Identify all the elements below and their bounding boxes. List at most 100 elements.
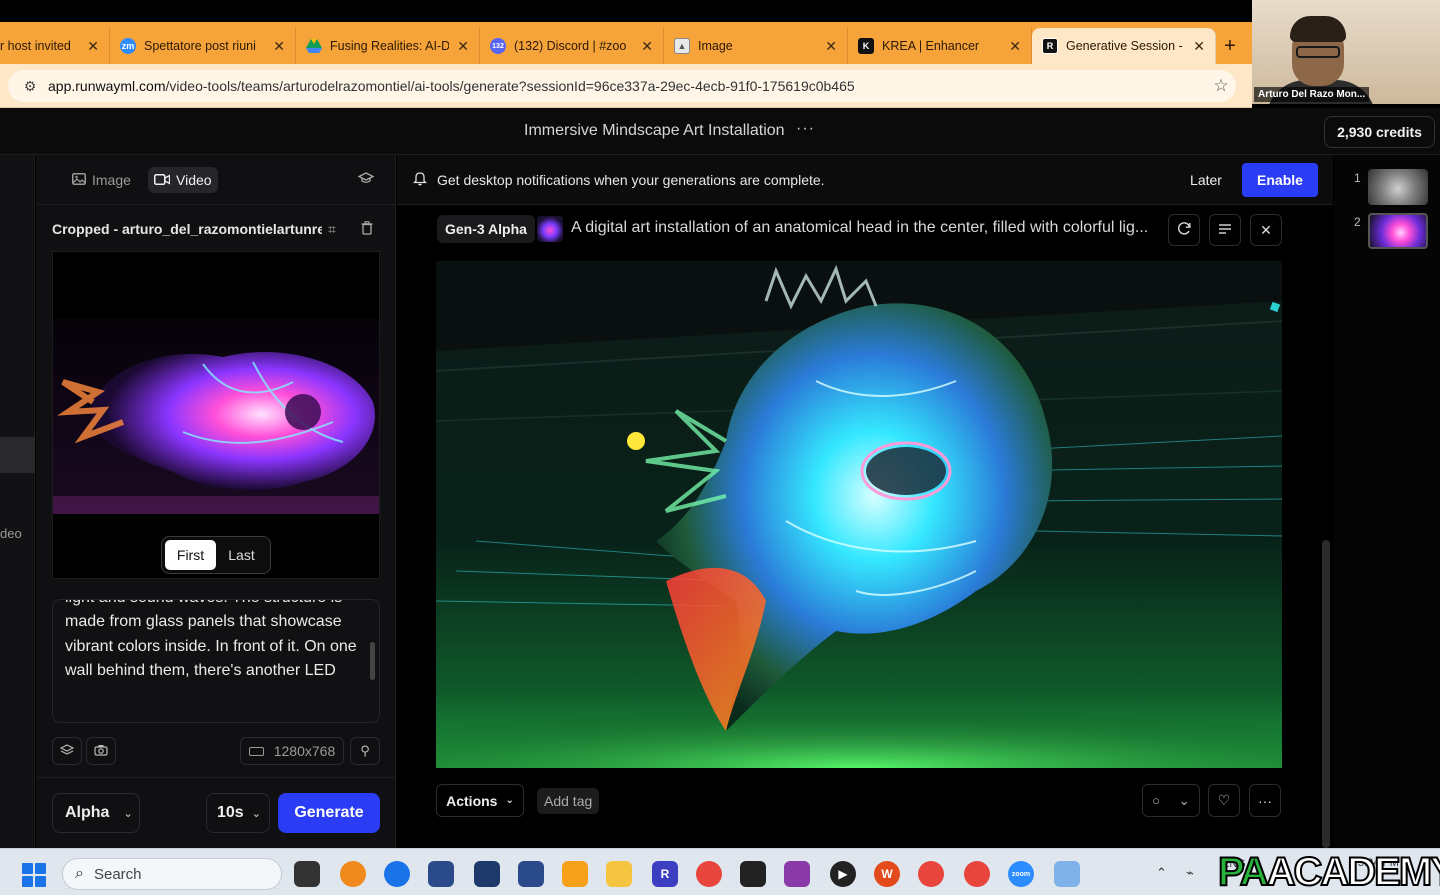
history-thumbnail-selected[interactable]: [1368, 213, 1428, 249]
close-icon[interactable]: ✕: [1193, 38, 1205, 55]
model-select[interactable]: Alpha ⌄: [52, 793, 140, 833]
close-icon[interactable]: ✕: [457, 38, 469, 55]
credits-badge[interactable]: 2,930 credits: [1324, 116, 1435, 148]
history-thumbnail[interactable]: [1368, 169, 1428, 205]
more-options-button[interactable]: ···: [1249, 784, 1281, 817]
last-frame-button[interactable]: Last: [216, 540, 267, 570]
url-field[interactable]: ⚙ app.runwayml.com/video-tools/teams/art…: [8, 70, 1236, 102]
chevron-down-icon: ⌄: [123, 807, 133, 820]
enable-button[interactable]: Enable: [1242, 163, 1318, 197]
image-icon: [72, 172, 86, 188]
prompt-text[interactable]: light and sound waves. The structure is …: [65, 600, 361, 684]
chrome-icon[interactable]: [696, 861, 722, 887]
tab-title: (132) Discord | #zoo: [514, 39, 627, 53]
blender-icon[interactable]: [340, 861, 366, 887]
tray-network-icon[interactable]: ⌁: [1186, 865, 1194, 881]
url-text[interactable]: app.runwayml.com/video-tools/teams/artur…: [48, 78, 1206, 94]
zoom-icon[interactable]: zoom: [1008, 861, 1034, 887]
image-favicon-icon: ▲: [674, 38, 690, 54]
app-icon[interactable]: [518, 861, 544, 887]
media-player-icon[interactable]: ▶: [830, 861, 856, 887]
task-view-icon[interactable]: [294, 861, 320, 887]
duration-select[interactable]: 10s ⌄: [206, 793, 270, 833]
app-icon[interactable]: [740, 861, 766, 887]
resolution-label: 1280x768: [273, 743, 336, 759]
generated-video[interactable]: [436, 261, 1282, 768]
app-icon[interactable]: [428, 861, 454, 887]
browser-tab[interactable]: ▲ Image ✕: [664, 28, 848, 64]
close-icon[interactable]: ✕: [641, 38, 653, 55]
app-icon[interactable]: [474, 861, 500, 887]
generation-header: Gen-3 Alpha A digital art installation o…: [437, 214, 1327, 246]
new-tab-button[interactable]: +: [1216, 28, 1244, 64]
app-icon[interactable]: W: [874, 861, 900, 887]
input-image-artwork: [53, 252, 379, 578]
close-icon[interactable]: ✕: [825, 38, 837, 55]
webcam-person-hair: [1290, 16, 1346, 42]
app-icon[interactable]: [562, 861, 588, 887]
favorite-button[interactable]: ♡: [1208, 784, 1240, 817]
session-more-button[interactable]: ···: [796, 120, 815, 138]
browser-tab[interactable]: 132 (132) Discord | #zoo ✕: [480, 28, 664, 64]
browser-tab[interactable]: zm Spettatore post riuni ✕: [110, 28, 296, 64]
runway-app-icon[interactable]: R: [652, 861, 678, 887]
crop-icon[interactable]: ⌗: [328, 221, 336, 238]
close-icon[interactable]: ✕: [1009, 38, 1021, 55]
browser-tab-active[interactable]: R Generative Session - ✕: [1032, 28, 1216, 64]
bookmark-star-icon[interactable]: ☆: [1206, 76, 1236, 96]
add-tag-button[interactable]: Add tag: [537, 788, 600, 814]
prompt-scrollbar[interactable]: [370, 642, 375, 680]
resolution-chip[interactable]: 1280x768: [240, 737, 344, 765]
edge-icon[interactable]: [384, 861, 410, 887]
later-button[interactable]: Later: [1179, 164, 1233, 196]
main-scrollbar[interactable]: [1322, 540, 1330, 848]
details-button[interactable]: [1209, 214, 1241, 246]
site-settings-icon[interactable]: ⚙: [16, 78, 44, 95]
sidebar-active-item[interactable]: [0, 437, 35, 473]
tab-title: r host invited: [0, 39, 71, 53]
webcam-name-label: Arturo Del Razo Mon...: [1254, 87, 1370, 102]
taskbar-search[interactable]: ⌕ Search: [62, 858, 282, 890]
close-generation-button[interactable]: ✕: [1250, 214, 1282, 246]
reuse-button[interactable]: [1168, 214, 1200, 246]
input-image-preview[interactable]: First Last: [52, 251, 380, 579]
trash-icon[interactable]: [361, 221, 373, 238]
title-strip: [0, 0, 1252, 22]
mode-image-tab[interactable]: Image: [66, 167, 137, 193]
watermark-academy: ACADEMY: [1266, 849, 1440, 895]
mode-switcher: Image Video: [36, 155, 396, 205]
heart-icon: ♡: [1217, 792, 1231, 808]
browser-tab[interactable]: K KREA | Enhancer ✕: [848, 28, 1032, 64]
file-explorer-icon[interactable]: [606, 861, 632, 887]
webcam-person-glasses: [1296, 46, 1340, 58]
generate-button[interactable]: Generate: [278, 793, 380, 833]
app-icon[interactable]: [784, 861, 810, 887]
tab-title: Fusing Realities: AI-D: [330, 39, 450, 53]
graduation-cap-icon[interactable]: [357, 171, 375, 187]
aspect-ratio-icon: [248, 746, 264, 756]
camera-button[interactable]: [86, 737, 116, 765]
video-icon: [154, 173, 171, 188]
circle-icon[interactable]: ○: [1152, 793, 1160, 808]
chrome-icon[interactable]: [918, 861, 944, 887]
snipping-tool-icon[interactable]: [1054, 861, 1080, 887]
prompt-thumbnail[interactable]: [537, 216, 563, 242]
chevron-down-icon[interactable]: ⌄: [1179, 793, 1190, 809]
windows-start-icon[interactable]: [22, 863, 46, 887]
close-icon[interactable]: ✕: [87, 38, 99, 55]
chevron-down-icon: ⌄: [505, 795, 514, 806]
mode-video-tab[interactable]: Video: [148, 167, 218, 193]
layers-button[interactable]: [52, 737, 82, 765]
generation-prompt[interactable]: A digital art installation of an anatomi…: [571, 219, 1161, 237]
browser-tab[interactable]: r host invited ✕: [0, 28, 110, 64]
close-icon[interactable]: ✕: [273, 38, 285, 55]
tray-chevron-icon[interactable]: ⌃: [1156, 865, 1167, 881]
browser-tab[interactable]: Fusing Realities: AI-D ✕: [296, 28, 480, 64]
prompt-textarea[interactable]: light and sound waves. The structure is …: [52, 599, 380, 723]
first-frame-button[interactable]: First: [165, 540, 216, 570]
more-icon: ···: [1258, 792, 1272, 809]
actions-menu[interactable]: Actions ⌄: [436, 784, 524, 817]
session-title[interactable]: Immersive Mindscape Art Installation: [524, 122, 785, 140]
settings-button[interactable]: ⚲: [350, 737, 380, 765]
chrome-icon[interactable]: [964, 861, 990, 887]
